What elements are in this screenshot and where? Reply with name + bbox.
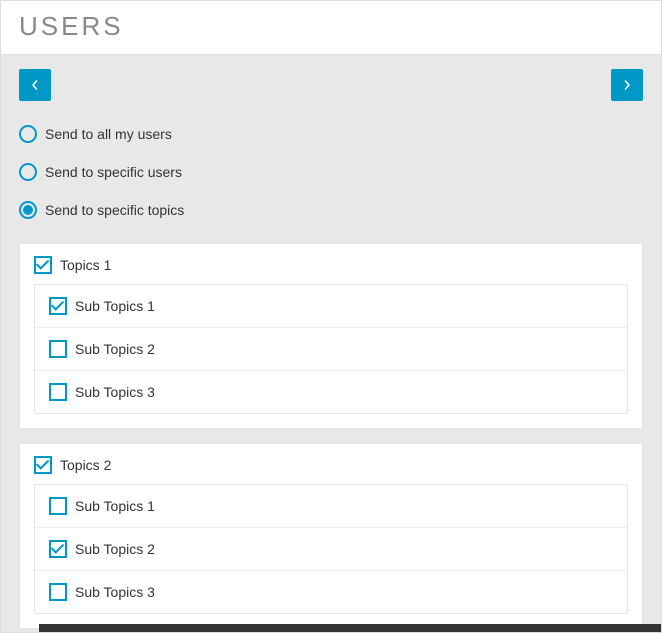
checkbox-icon [49,497,67,515]
radio-label: Send to specific users [45,164,182,180]
radio-icon [19,125,37,143]
subtopic-row[interactable]: Sub Topics 3 [35,371,627,413]
topic-group: Topics 1 Sub Topics 1 Sub Topics 2 Sub T… [19,243,643,429]
subtopic-label: Sub Topics 2 [75,541,155,557]
checkbox-icon [49,340,67,358]
subtopic-label: Sub Topics 3 [75,584,155,600]
checkbox-icon [49,383,67,401]
radio-label: Send to specific topics [45,202,184,218]
checkbox-icon [49,583,67,601]
radio-icon [19,163,37,181]
subtopics-list: Sub Topics 1 Sub Topics 2 Sub Topics 3 [34,284,628,414]
header: USERS [1,1,661,55]
subtopic-label: Sub Topics 2 [75,341,155,357]
radio-send-specific-users[interactable]: Send to specific users [19,153,643,191]
subtopic-row[interactable]: Sub Topics 2 [35,528,627,571]
subtopics-list: Sub Topics 1 Sub Topics 2 Sub Topics 3 [34,484,628,614]
chevron-right-icon [622,80,632,90]
subtopic-row[interactable]: Sub Topics 2 [35,328,627,371]
checkbox-icon [34,256,52,274]
subtopic-label: Sub Topics 1 [75,298,155,314]
page-title: USERS [19,11,643,42]
topic-group: Topics 2 Sub Topics 1 Sub Topics 2 Sub T… [19,443,643,629]
radio-label: Send to all my users [45,126,172,142]
checkbox-icon [49,297,67,315]
footer-bar [39,624,661,632]
radio-send-specific-topics[interactable]: Send to specific topics [19,191,643,229]
subtopic-row[interactable]: Sub Topics 3 [35,571,627,613]
checkbox-icon [49,540,67,558]
topic-header[interactable]: Topics 2 [34,456,628,474]
subtopic-label: Sub Topics 3 [75,384,155,400]
nav-row [1,55,661,111]
chevron-left-icon [30,80,40,90]
radio-send-all-users[interactable]: Send to all my users [19,115,643,153]
subtopic-label: Sub Topics 1 [75,498,155,514]
topic-label: Topics 2 [60,457,111,473]
next-button[interactable] [611,69,643,101]
prev-button[interactable] [19,69,51,101]
subtopic-row[interactable]: Sub Topics 1 [35,485,627,528]
send-to-radio-group: Send to all my users Send to specific us… [1,111,661,243]
radio-icon [19,201,37,219]
topic-header[interactable]: Topics 1 [34,256,628,274]
checkbox-icon [34,456,52,474]
topic-label: Topics 1 [60,257,111,273]
subtopic-row[interactable]: Sub Topics 1 [35,285,627,328]
